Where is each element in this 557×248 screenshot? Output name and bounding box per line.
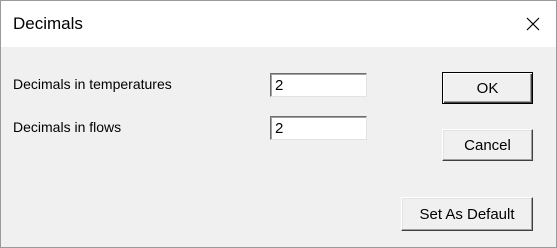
ok-button[interactable]: OK	[442, 72, 533, 104]
dialog-title: Decimals	[13, 14, 83, 33]
flows-label: Decimals in flows	[13, 119, 122, 135]
temperatures-label: Decimals in temperatures	[13, 76, 172, 92]
temperatures-decimals-input[interactable]	[270, 73, 367, 97]
decimals-dialog: Decimals Decimals in temperatures Decima…	[0, 0, 557, 248]
close-button[interactable]	[510, 1, 556, 47]
cancel-button[interactable]: Cancel	[442, 129, 533, 161]
set-as-default-button[interactable]: Set As Default	[401, 197, 533, 231]
close-icon	[526, 17, 540, 31]
dialog-body: Decimals in temperatures Decimals in flo…	[1, 47, 556, 247]
flows-decimals-input[interactable]	[270, 116, 367, 140]
title-bar: Decimals	[1, 1, 556, 47]
